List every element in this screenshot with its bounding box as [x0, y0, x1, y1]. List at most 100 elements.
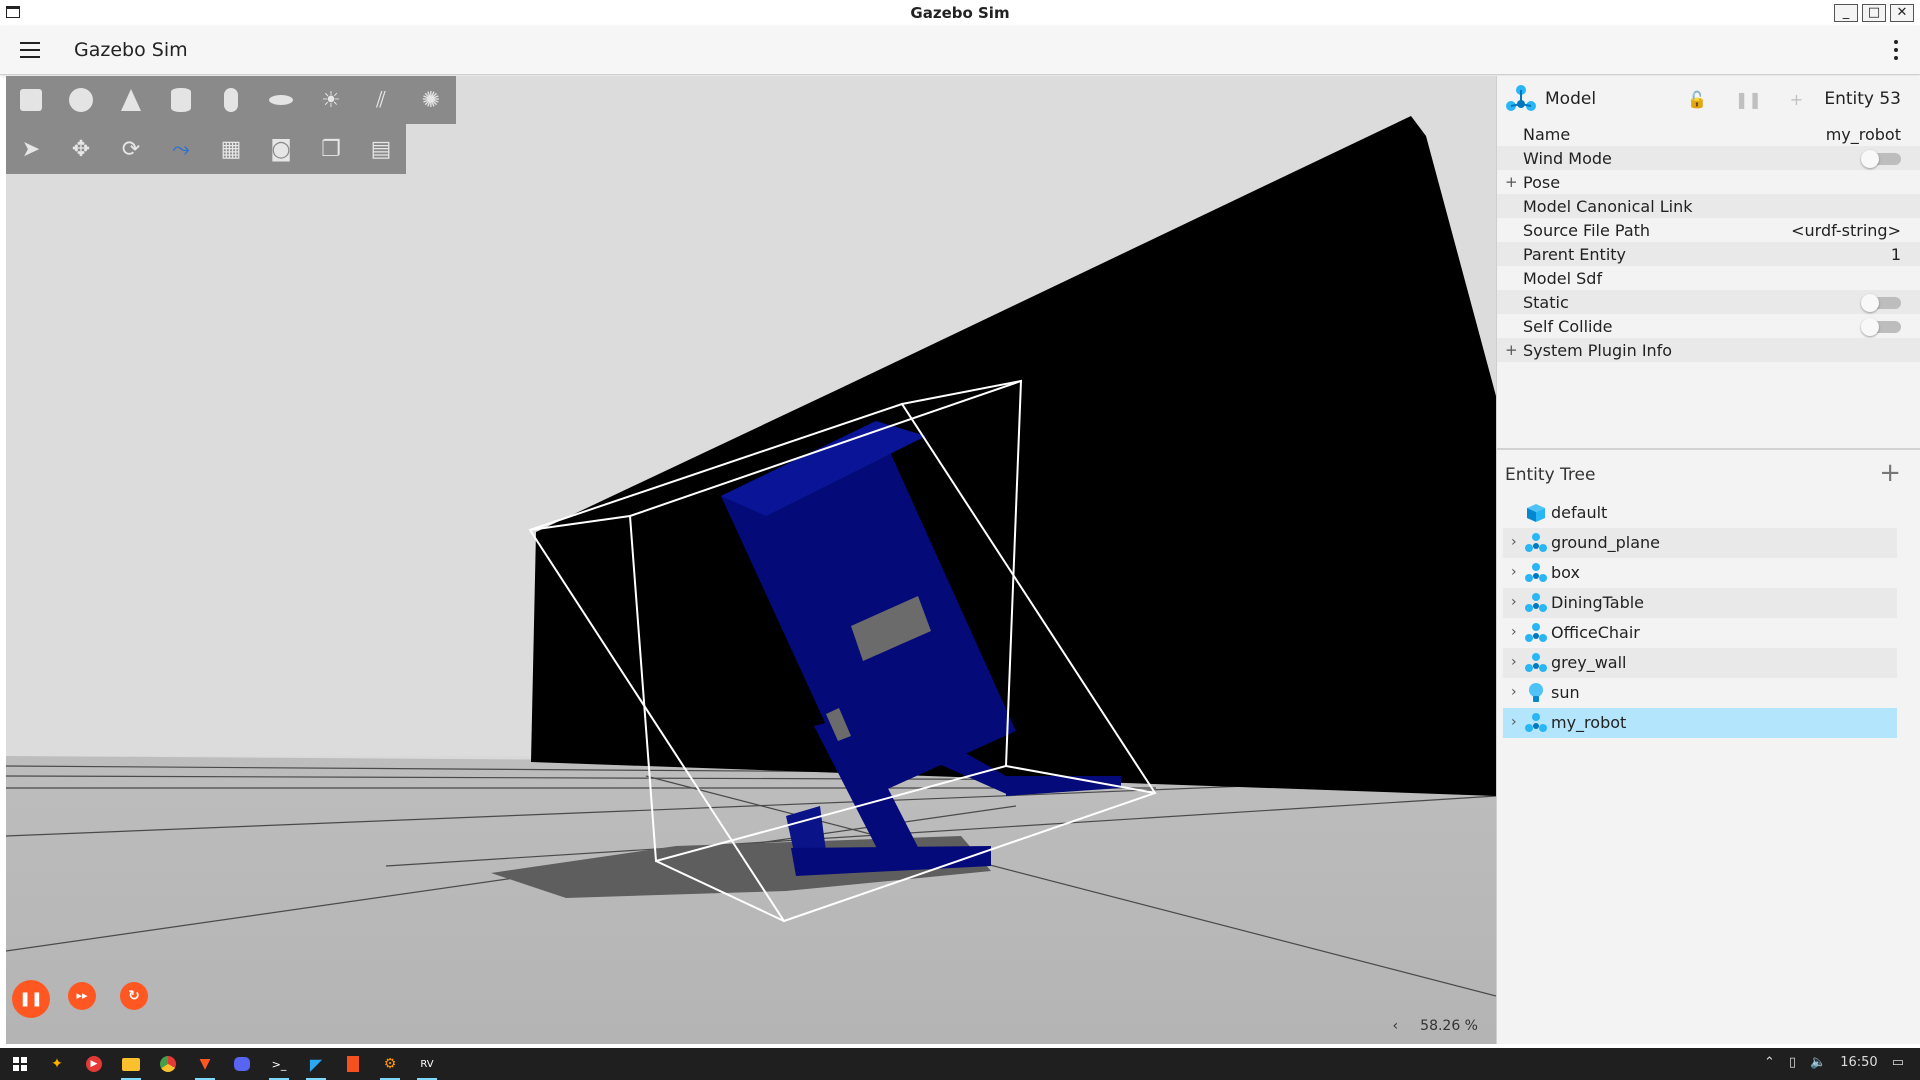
pause-button[interactable]: ❚❚	[12, 980, 50, 1018]
add-component-icon[interactable]: +	[1790, 90, 1803, 109]
lock-icon[interactable]: 🔓	[1687, 90, 1707, 109]
tree-item-dining-table[interactable]: › DiningTable	[1503, 588, 1897, 618]
copy-icon[interactable]: ❐	[306, 125, 356, 173]
property-label[interactable]: System Plugin Info	[1523, 341, 1672, 360]
expand-plus-icon[interactable]: +	[1505, 173, 1518, 191]
cone-shape-icon[interactable]	[106, 76, 156, 124]
maximize-button[interactable]: □	[1862, 4, 1886, 22]
window-title: Gazebo Sim	[910, 4, 1010, 22]
tree-item-label[interactable]: sun	[1551, 683, 1580, 702]
sun-light-icon[interactable]: ☀	[306, 76, 356, 124]
entity-tree-header: Entity Tree +	[1497, 454, 1920, 492]
box-shape-icon[interactable]	[6, 76, 56, 124]
tree-item-ground-plane[interactable]: › ground_plane	[1503, 528, 1897, 558]
property-label: Source File Path	[1523, 220, 1651, 240]
tree-item-label[interactable]: box	[1551, 563, 1580, 582]
expand-plus-icon[interactable]: +	[1505, 341, 1518, 359]
tree-item-label[interactable]: my_robot	[1551, 713, 1626, 732]
static-toggle[interactable]	[1861, 294, 1901, 312]
sphere-shape-icon[interactable]	[56, 76, 106, 124]
property-label: Wind Mode	[1523, 148, 1612, 168]
minimize-button[interactable]: _	[1834, 4, 1858, 22]
tree-item-label[interactable]: grey_wall	[1551, 653, 1626, 672]
property-label: Static	[1523, 292, 1569, 312]
property-label: Model Canonical Link	[1523, 196, 1693, 216]
tools-toolbar: ➤ ✥ ⟳ ⤳ ▦ ◙ ❐ ▤	[6, 124, 406, 174]
property-row[interactable]: + Pose	[1497, 170, 1920, 194]
chevron-right-icon[interactable]: ›	[1511, 534, 1517, 550]
close-button[interactable]: ✕	[1890, 4, 1914, 22]
capsule-shape-icon[interactable]	[206, 76, 256, 124]
property-label[interactable]: Pose	[1523, 173, 1560, 192]
clock[interactable]: 16:50	[1840, 1055, 1877, 1070]
copilot-icon[interactable]: ✦	[45, 1052, 69, 1076]
tree-item-default[interactable]: default	[1503, 498, 1897, 528]
self-collide-toggle[interactable]	[1861, 318, 1901, 336]
screenshot-camera-icon[interactable]: ◙	[256, 125, 306, 173]
collapse-arrow-icon[interactable]: ‹	[1393, 1018, 1399, 1034]
battery-icon[interactable]: ▯	[1789, 1055, 1796, 1070]
transform-control-icon[interactable]: ⤳	[156, 125, 206, 173]
tray-overflow-icon[interactable]: ⌃	[1764, 1055, 1775, 1070]
scene-render[interactable]	[6, 76, 1496, 1044]
terminal-icon[interactable]: >_	[267, 1052, 291, 1080]
add-entity-icon[interactable]: +	[1879, 458, 1901, 488]
chevron-right-icon[interactable]: ›	[1511, 564, 1517, 580]
ground-plane	[6, 756, 1496, 1044]
spot-light-icon[interactable]: ✺	[406, 76, 456, 124]
property-row: Wind Mode	[1497, 146, 1920, 170]
chevron-right-icon[interactable]: ›	[1511, 654, 1517, 670]
translate-icon[interactable]: ✥	[56, 125, 106, 173]
model-icon	[1525, 563, 1547, 582]
reset-button[interactable]: ↻	[120, 982, 148, 1010]
entity-id-label: Entity 53	[1824, 89, 1901, 109]
vscode-icon[interactable]: ◤	[304, 1052, 328, 1080]
property-value: 1	[1890, 244, 1901, 264]
chevron-right-icon[interactable]: ›	[1511, 714, 1517, 730]
hamburger-menu-icon[interactable]	[20, 42, 40, 58]
step-button[interactable]: ▸▸	[68, 982, 96, 1010]
tree-item-label[interactable]: DiningTable	[1551, 593, 1644, 612]
pause-updates-icon[interactable]: ❚❚	[1735, 90, 1762, 109]
chrome-icon[interactable]	[156, 1052, 180, 1076]
directional-light-icon[interactable]: ⫽	[356, 76, 406, 124]
tree-item-box[interactable]: › box	[1503, 558, 1897, 588]
wind-mode-toggle[interactable]	[1861, 150, 1901, 168]
select-arrow-icon[interactable]: ➤	[6, 125, 56, 173]
chevron-right-icon[interactable]: ›	[1511, 624, 1517, 640]
grid-icon[interactable]: ▦	[206, 125, 256, 173]
notifications-icon[interactable]: ▭	[1892, 1055, 1904, 1070]
discord-icon[interactable]	[230, 1052, 254, 1076]
property-row: Static	[1497, 290, 1920, 314]
volume-icon[interactable]: 🔈	[1810, 1055, 1826, 1070]
youtube-music-icon[interactable]: ▶	[82, 1052, 106, 1076]
window-titlebar: Gazebo Sim _ □ ✕	[0, 0, 1920, 27]
cylinder-shape-icon[interactable]	[156, 76, 206, 124]
more-options-icon[interactable]	[1894, 40, 1900, 64]
tree-item-my-robot[interactable]: › my_robot	[1503, 708, 1897, 738]
property-row[interactable]: + System Plugin Info	[1497, 338, 1920, 362]
tree-item-office-chair[interactable]: › OfficeChair	[1503, 618, 1897, 648]
tree-item-sun[interactable]: › sun	[1503, 678, 1897, 708]
brave-icon[interactable]: ▼	[193, 1052, 217, 1080]
tree-item-label[interactable]: ground_plane	[1551, 533, 1660, 552]
real-time-factor-value: 58.26 %	[1420, 1018, 1478, 1034]
document-viewer-icon[interactable]	[341, 1052, 365, 1076]
tree-item-label[interactable]: OfficeChair	[1551, 623, 1640, 642]
scene-3d-viewport[interactable]: ☀ ⫽ ✺ ➤ ✥ ⟳ ⤳ ▦ ◙ ❐ ▤ ❚❚ ▸▸ ↻ ‹ 58.26 %	[6, 76, 1496, 1044]
paste-icon[interactable]: ▤	[356, 125, 406, 173]
file-explorer-icon[interactable]	[119, 1052, 143, 1080]
start-menu-icon[interactable]	[8, 1052, 32, 1076]
ellipsoid-shape-icon[interactable]	[256, 76, 306, 124]
gazebo-icon[interactable]: ⚙	[378, 1052, 402, 1080]
panel-splitter[interactable]	[1497, 448, 1920, 450]
tree-item-label[interactable]: default	[1551, 503, 1607, 522]
rotate-icon[interactable]: ⟳	[106, 125, 156, 173]
entity-tree: default › ground_plane › box › DiningTab…	[1503, 498, 1897, 738]
property-value: my_robot	[1825, 124, 1901, 144]
property-row: Source File Path <urdf-string>	[1497, 218, 1920, 242]
rviz-icon[interactable]: RV	[415, 1052, 439, 1080]
tree-item-grey-wall[interactable]: › grey_wall	[1503, 648, 1897, 678]
chevron-right-icon[interactable]: ›	[1511, 684, 1517, 700]
chevron-right-icon[interactable]: ›	[1511, 594, 1517, 610]
